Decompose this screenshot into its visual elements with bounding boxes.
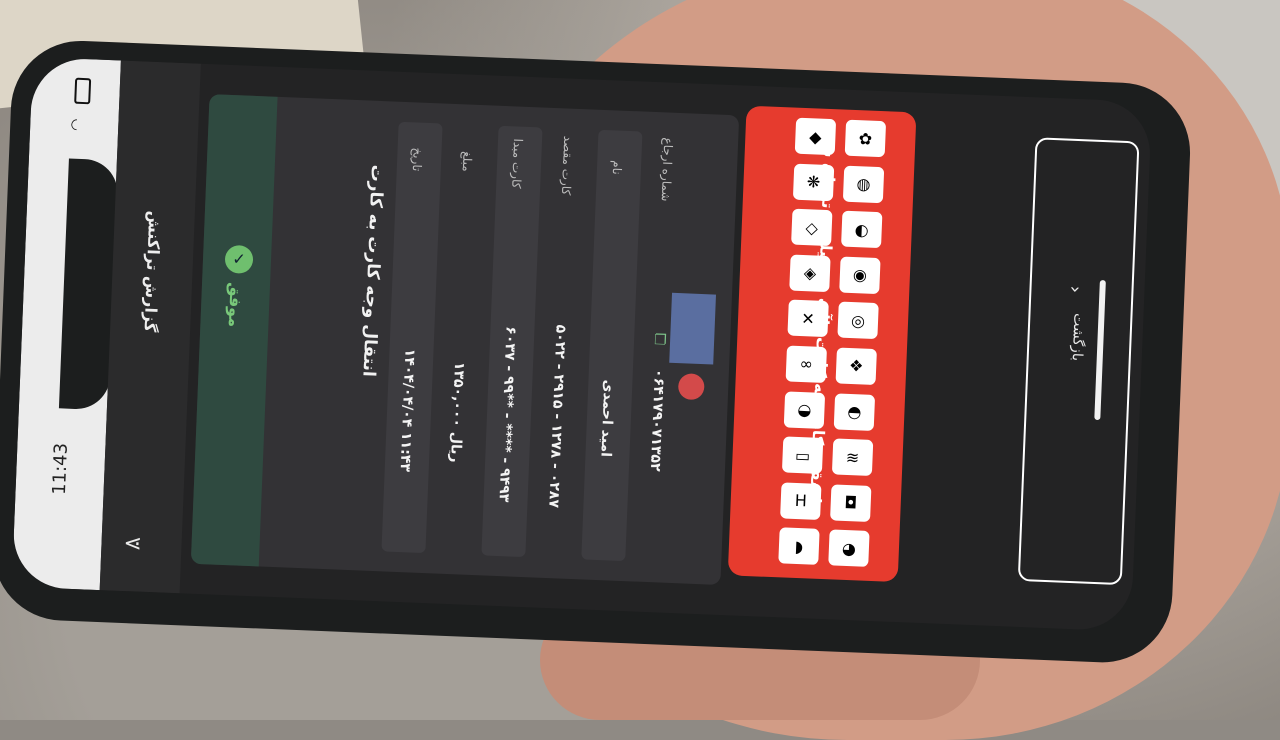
bank-icon: ◓ [833, 393, 876, 431]
row-value: امید احمدی [597, 379, 617, 458]
bank-icon: ◒ [783, 390, 826, 429]
success-banner: ✓ موفق [190, 94, 278, 567]
row-value: ۱۴۰۴/۰۴/۰۴ ۱۱:۴۳ [396, 348, 418, 473]
bank-icon: ◈ [789, 254, 831, 292]
bank-icon: ▭ [781, 436, 824, 475]
bank-icon: ❋ [792, 163, 835, 201]
back-area: بازگشت › [917, 113, 1146, 611]
bank-icon: H [780, 482, 822, 520]
battery-icon [74, 77, 92, 105]
row-label: کارت مقصد [558, 135, 576, 196]
phone: ◠ 11:43 گزارش تراکنش ⋖ ✓ موفق انتقال وجه… [0, 38, 1193, 666]
phone-screen: ◠ 11:43 گزارش تراکنش ⋖ ✓ موفق انتقال وجه… [11, 56, 1153, 632]
bank-icon: ◘ [830, 484, 872, 522]
wifi-icon: ◠ [68, 118, 85, 132]
status-label: موفق [224, 282, 246, 328]
row-value: ۱۳۵۰,۰۰۰ ریال [447, 361, 468, 463]
copy-icon[interactable]: ❐ [654, 332, 667, 348]
share-icon[interactable]: ⋖ [123, 531, 142, 557]
bank-logo-grid: ◆ ✿ ❋ ◍ ◇ ◐ ◈ ◉ ✕ ◎ ∞ ❖ ◒ ◓ ▭ ≋ H ◘ ◗ ◕ [778, 117, 906, 572]
bank-icon: ◎ [837, 301, 879, 340]
bank-icon: ◐ [841, 210, 883, 249]
row-value[interactable]: ۰۶۴۱۷۹۰۷۱۳۵۲ [642, 260, 671, 580]
bank-icon: ◍ [842, 165, 885, 203]
bank-icon: ◗ [778, 527, 820, 566]
bank-icon: ≋ [831, 438, 874, 477]
shaparak-logo [669, 292, 717, 365]
bank-icon: ❖ [835, 347, 877, 386]
bank-icon: ◆ [794, 117, 837, 156]
bank-icon: ◇ [791, 208, 833, 247]
bank-icon: ◕ [828, 529, 870, 568]
row-label: شماره ارجاع [658, 137, 676, 202]
bank-icon: ◉ [839, 256, 881, 294]
back-chevron-icon: › [1064, 285, 1086, 294]
check-icon: ✓ [224, 244, 254, 274]
row-label: تاریخ [409, 147, 425, 172]
receipt-title: انتقال وجه کارت به کارت [358, 164, 387, 378]
row-label: نام [609, 160, 625, 175]
bank-icon: ∞ [785, 345, 827, 384]
status-time: 11:43 [48, 442, 73, 496]
row-value: ۶۰۳۷ - ۹۹** - **** - ۹۴۹۳ [495, 326, 519, 503]
bank-logo [677, 373, 705, 401]
receipt-card: ✓ موفق انتقال وجه کارت به کارت تاریخ ۱۴۰… [190, 94, 740, 585]
bank-icon: ✕ [787, 299, 829, 338]
row-value: ۵۰۲۲ - ۲۹۱۵ - ۱۲۷۸ - ۰۲۸۷ [545, 324, 569, 509]
page-title: گزارش تراکنش [140, 210, 165, 333]
bank-icon: ✿ [844, 119, 887, 158]
row-label: مبلغ [459, 150, 475, 172]
row-label: کارت مبدا [509, 138, 526, 189]
promo-banner[interactable]: سقف کارت به کارت باآپ ۱۰ میلیون تومان شد… [727, 105, 917, 583]
